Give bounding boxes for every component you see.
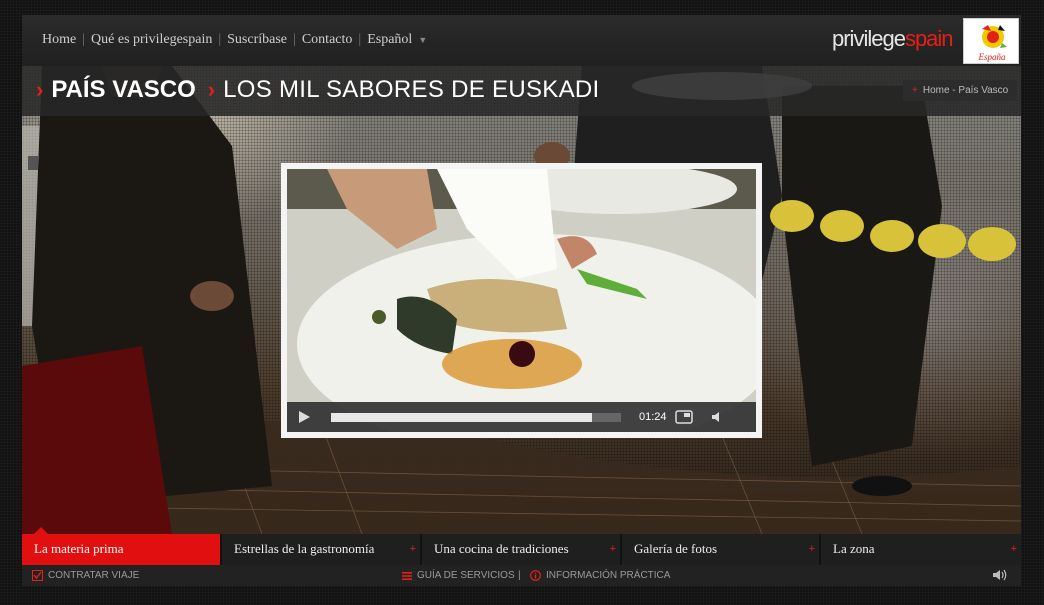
nav-separator: | — [82, 32, 86, 47]
plus-icon: + — [912, 85, 918, 96]
nav-separator: | — [218, 32, 222, 47]
guia-servicios-label: GUÍA DE SERVICIOS — [417, 570, 515, 581]
brand-part-2: spain — [904, 26, 954, 51]
nav-separator: | — [293, 32, 296, 47]
tab-label: La materia prima — [34, 541, 124, 556]
tab-estrellas[interactable]: Estrellas de la gastronomía + — [222, 534, 422, 565]
video-time: 01:24 — [639, 411, 667, 423]
nav-home[interactable]: Home — [42, 32, 76, 48]
footer-bar: CONTRATAR VIAJE GUÍA DE SERVICIOS | INFO… — [22, 565, 1021, 586]
plus-icon: + — [409, 543, 416, 555]
video-progress-bar[interactable] — [331, 412, 621, 422]
breadcrumb[interactable]: + Home - País Vasco — [903, 80, 1018, 101]
play-icon[interactable] — [287, 402, 321, 432]
tab-cocina-tradiciones[interactable]: Una cocina de tradiciones + — [422, 534, 622, 565]
list-icon — [402, 571, 412, 581]
brand-part-1: privilege — [832, 26, 906, 51]
spain-logo[interactable]: España — [963, 18, 1019, 64]
nav-que-es[interactable]: Qué es privilegespain — [91, 32, 212, 48]
nav-contacto[interactable]: Contacto — [302, 32, 353, 48]
brand-logo[interactable]: privilegespain — [832, 26, 954, 52]
section-subtitle: LOS MIL SABORES DE EUSKADI — [223, 76, 600, 103]
footer-separator: | — [518, 570, 521, 581]
tab-la-zona[interactable]: La zona + — [821, 534, 1021, 565]
contratar-viaje-label: CONTRATAR VIAJE — [48, 570, 140, 581]
tab-galeria-fotos[interactable]: Galería de fotos + — [622, 534, 821, 565]
fullscreen-icon[interactable] — [667, 410, 701, 424]
chevron-right-icon: › — [36, 77, 44, 102]
chevron-right-icon: › — [207, 77, 216, 102]
video-screen[interactable]: 01:24 — [287, 169, 756, 432]
informacion-practica-link[interactable]: INFORMACIÓN PRÁCTICA — [530, 570, 670, 581]
page-title-bar: › PAÍS VASCO › LOS MIL SABORES DE EUSKAD… — [22, 66, 1021, 116]
plus-icon: + — [808, 543, 815, 555]
video-controls: 01:24 — [287, 402, 756, 432]
contratar-viaje-link[interactable]: CONTRATAR VIAJE — [32, 570, 139, 581]
tab-label: La zona — [833, 541, 875, 556]
tab-la-materia-prima[interactable]: La materia prima — [22, 527, 222, 565]
plus-icon: + — [609, 543, 616, 555]
volume-icon[interactable] — [701, 410, 735, 424]
info-icon — [530, 570, 541, 581]
guia-servicios-link[interactable]: GUÍA DE SERVICIOS — [402, 570, 515, 581]
nav-separator: | — [358, 32, 362, 47]
top-bar: Home | Qué es privilegespain | Suscríbas… — [22, 15, 1021, 66]
spain-logo-text: España — [978, 52, 1007, 62]
page-title: › PAÍS VASCO › LOS MIL SABORES DE EUSKAD… — [36, 76, 599, 104]
top-navigation: Home | Qué es privilegespain | Suscríbas… — [42, 32, 427, 48]
plus-icon: + — [1010, 543, 1017, 555]
language-selector[interactable]: Español — [367, 32, 412, 48]
sound-icon[interactable] — [992, 568, 1010, 582]
video-progress-fill — [331, 412, 592, 422]
nav-suscribase[interactable]: Suscríbase — [227, 32, 287, 48]
chevron-down-icon[interactable]: ▼ — [418, 35, 427, 45]
informacion-practica-label: INFORMACIÓN PRÁCTICA — [546, 570, 671, 581]
page-frame: Home | Qué es privilegespain | Suscríbas… — [22, 15, 1021, 586]
region-title: PAÍS VASCO — [51, 76, 196, 103]
tab-label: Una cocina de tradiciones — [434, 541, 569, 556]
checkbox-icon — [32, 570, 43, 581]
breadcrumb-text: Home - País Vasco — [922, 85, 1009, 96]
tab-label: Galería de fotos — [634, 541, 718, 556]
footer-separator-text: | — [518, 570, 521, 581]
tab-label: Estrellas de la gastronomía — [234, 541, 375, 556]
video-player[interactable]: 01:24 — [281, 163, 762, 438]
section-tabs: La materia prima Estrellas de la gastron… — [22, 527, 1021, 565]
video-frame-image — [287, 169, 756, 432]
